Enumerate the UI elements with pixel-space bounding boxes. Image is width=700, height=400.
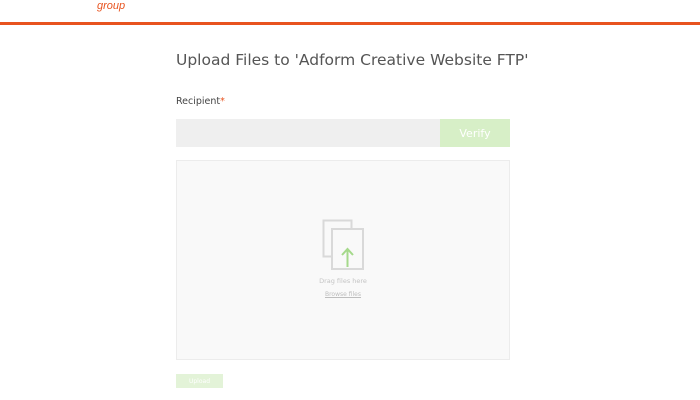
header-accent-line: [0, 22, 700, 25]
browse-files-link[interactable]: Browse files: [176, 291, 510, 298]
recipient-label-text: Recipient: [176, 96, 221, 107]
logo: group: [97, 0, 126, 12]
recipient-label: Recipient*: [176, 96, 225, 107]
upload-button[interactable]: Upload: [176, 374, 223, 388]
recipient-input[interactable]: [176, 119, 440, 147]
drop-hint: Drag files here: [319, 277, 367, 285]
header: group: [0, 0, 700, 22]
upload-files-icon: [322, 219, 364, 270]
page-title: Upload Files to 'Adform Creative Website…: [176, 51, 529, 69]
required-marker: *: [220, 96, 225, 107]
verify-button[interactable]: Verify: [440, 119, 510, 147]
